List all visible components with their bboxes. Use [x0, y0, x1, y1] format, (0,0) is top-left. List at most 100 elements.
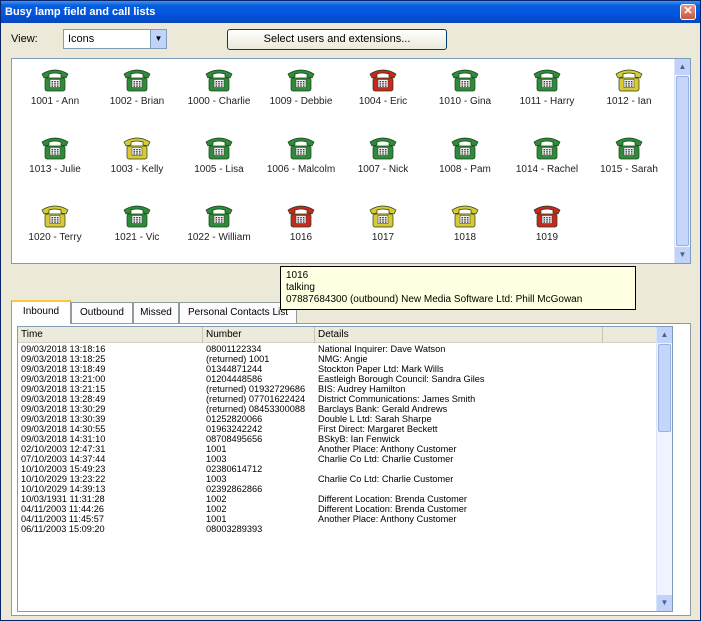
- blf-extension-label: 1003 - Kelly: [110, 164, 164, 175]
- blf-extension[interactable]: 1017: [342, 201, 424, 244]
- table-row[interactable]: 10/10/2029 14:39:13 02392862866: [18, 484, 672, 494]
- column-details[interactable]: Details: [315, 327, 603, 343]
- blf-extension[interactable]: 1006 - Malcolm: [260, 133, 342, 176]
- blf-extension[interactable]: 1008 - Pam: [424, 133, 506, 176]
- blf-window: Busy lamp field and call lists ✕ View: I…: [0, 0, 701, 621]
- blf-extension-label: 1000 - Charlie: [187, 96, 251, 107]
- blf-extension[interactable]: 1019: [506, 201, 588, 244]
- phone-icon: [41, 69, 69, 92]
- call-list: Time Number Details 09/03/2018 13:18:16 0…: [17, 326, 673, 612]
- blf-extension[interactable]: 1022 - William: [178, 201, 260, 244]
- table-row[interactable]: 02/10/2003 12:47:31 1001 Another Place: An…: [18, 444, 672, 454]
- blf-scrollbar[interactable]: ▲ ▼: [674, 59, 690, 263]
- blf-extension[interactable]: 1011 - Harry: [506, 65, 588, 108]
- cell-details: BIS: Audrey Hamilton: [318, 384, 406, 394]
- cell-details: Stockton Paper Ltd: Mark Wills: [318, 364, 444, 374]
- phone-icon: [123, 205, 151, 228]
- phone-icon: [205, 69, 233, 92]
- table-row[interactable]: 09/03/2018 13:21:15 (returned) 0193272968…: [18, 384, 672, 394]
- blf-extension-label: 1002 - Brian: [109, 96, 165, 107]
- column-time[interactable]: Time: [18, 327, 203, 343]
- table-row[interactable]: 09/03/2018 14:30:55 01963242242 First Dire…: [18, 424, 672, 434]
- table-row[interactable]: 10/03/1931 11:31:28 1002 Different Locatio…: [18, 494, 672, 504]
- blf-extension[interactable]: 1016: [260, 201, 342, 244]
- cell-time: 04/11/2003 11:44:26: [21, 504, 104, 514]
- scroll-thumb[interactable]: [676, 76, 689, 246]
- blf-extension[interactable]: 1020 - Terry: [14, 201, 96, 244]
- blf-extension[interactable]: 1014 - Rachel: [506, 133, 588, 176]
- blf-extension[interactable]: 1010 - Gina: [424, 65, 506, 108]
- tab-outbound[interactable]: Outbound: [71, 302, 133, 323]
- phone-icon: [205, 137, 233, 160]
- phone-icon: [287, 137, 315, 160]
- tab-missed[interactable]: Missed: [133, 302, 179, 323]
- cell-details: National Inquirer: Dave Watson: [318, 344, 446, 354]
- blf-extension-label: 1001 - Ann: [30, 96, 80, 107]
- scroll-up-icon[interactable]: ▲: [675, 59, 690, 75]
- blf-extension-label: 1010 - Gina: [438, 96, 492, 107]
- scroll-up-icon[interactable]: ▲: [657, 327, 672, 343]
- cell-number: 1003: [206, 454, 227, 464]
- tooltip-call-details: 07887684300 (outbound) New Media Softwar…: [286, 294, 583, 305]
- table-row[interactable]: 06/11/2003 15:09:20 08003289393: [18, 524, 672, 534]
- blf-extension[interactable]: 1007 - Nick: [342, 133, 424, 176]
- table-row[interactable]: 04/11/2003 11:44:26 1002 Different Locatio…: [18, 504, 672, 514]
- blf-extension[interactable]: 1009 - Debbie: [260, 65, 342, 108]
- table-row[interactable]: 09/03/2018 14:31:10 08708495656 BSkyB: Ian…: [18, 434, 672, 444]
- scroll-down-icon[interactable]: ▼: [675, 247, 690, 263]
- blf-extension[interactable]: 1001 - Ann: [14, 65, 96, 108]
- table-row[interactable]: 09/03/2018 13:28:49 (returned) 0770162242…: [18, 394, 672, 404]
- phone-icon: [123, 69, 151, 92]
- blf-extension[interactable]: 1021 - Vic: [96, 201, 178, 244]
- blf-extension[interactable]: 1018: [424, 201, 506, 244]
- title-bar[interactable]: Busy lamp field and call lists ✕: [1, 1, 700, 23]
- blf-extension[interactable]: 1005 - Lisa: [178, 133, 260, 176]
- cell-details: Another Place: Anthony Customer: [318, 514, 457, 524]
- tab-inbound[interactable]: Inbound: [11, 300, 71, 324]
- table-row[interactable]: 09/03/2018 13:30:29 (returned) 0845330008…: [18, 404, 672, 414]
- phone-icon: [369, 69, 397, 92]
- blf-extension[interactable]: 1004 - Eric: [342, 65, 424, 108]
- table-row[interactable]: 09/03/2018 13:21:00 01204448586 Eastleigh …: [18, 374, 672, 384]
- blf-extension[interactable]: 1000 - Charlie: [178, 65, 260, 108]
- blf-extension[interactable]: 1015 - Sarah: [588, 133, 670, 176]
- select-users-button[interactable]: Select users and extensions...: [227, 29, 447, 50]
- cell-number: (returned) 01932729686: [206, 384, 306, 394]
- table-row[interactable]: 07/10/2003 14:37:44 1003 Charlie Co Ltd: C…: [18, 454, 672, 464]
- phone-icon: [451, 137, 479, 160]
- cell-time: 09/03/2018 13:18:16: [21, 344, 106, 354]
- table-row[interactable]: 04/11/2003 11:45:57 1001 Another Place: An…: [18, 514, 672, 524]
- table-row[interactable]: 09/03/2018 13:18:16 08001122334 National I…: [18, 344, 672, 354]
- blf-extension[interactable]: 1012 - Ian: [588, 65, 670, 108]
- table-row[interactable]: 09/03/2018 13:18:49 01344871244 Stockton P…: [18, 364, 672, 374]
- cell-time: 10/10/2029 13:23:22: [21, 474, 106, 484]
- scroll-down-icon[interactable]: ▼: [657, 595, 672, 611]
- blf-extension-label: 1015 - Sarah: [600, 164, 658, 175]
- list-scrollbar[interactable]: ▲ ▼: [656, 327, 672, 611]
- cell-number: 1003: [206, 474, 227, 484]
- blf-extension[interactable]: 1003 - Kelly: [96, 133, 178, 176]
- view-dropdown[interactable]: Icons ▼: [63, 29, 167, 49]
- phone-icon: [451, 69, 479, 92]
- blf-extension[interactable]: 1002 - Brian: [96, 65, 178, 108]
- cell-details: District Communications: James Smith: [318, 394, 476, 404]
- cell-details: Charlie Co Ltd: Charlie Customer: [318, 474, 454, 484]
- blf-extension-label: 1004 - Eric: [358, 96, 408, 107]
- table-row[interactable]: 10/10/2029 13:23:22 1003 Charlie Co Ltd: C…: [18, 474, 672, 484]
- table-row[interactable]: 09/03/2018 13:18:25 (returned) 1001 NMG: A…: [18, 354, 672, 364]
- cell-number: 01252820066: [206, 414, 263, 424]
- phone-icon: [123, 137, 151, 160]
- table-row[interactable]: 09/03/2018 13:30:39 01252820066 Double L L…: [18, 414, 672, 424]
- table-row[interactable]: 10/10/2003 15:49:23 02380614712: [18, 464, 672, 474]
- cell-details: Different Location: Brenda Customer: [318, 494, 467, 504]
- scroll-thumb[interactable]: [658, 344, 671, 432]
- blf-extension[interactable]: 1013 - Julie: [14, 133, 96, 176]
- chevron-down-icon[interactable]: ▼: [150, 30, 166, 48]
- column-number[interactable]: Number: [203, 327, 315, 343]
- cell-details: Eastleigh Borough Council: Sandra Giles: [318, 374, 485, 384]
- close-icon[interactable]: ✕: [680, 4, 696, 20]
- blf-extension-label: 1019: [535, 232, 559, 243]
- blf-extension-label: 1018: [453, 232, 477, 243]
- cell-number: 1001: [206, 444, 227, 454]
- cell-details: Charlie Co Ltd: Charlie Customer: [318, 454, 454, 464]
